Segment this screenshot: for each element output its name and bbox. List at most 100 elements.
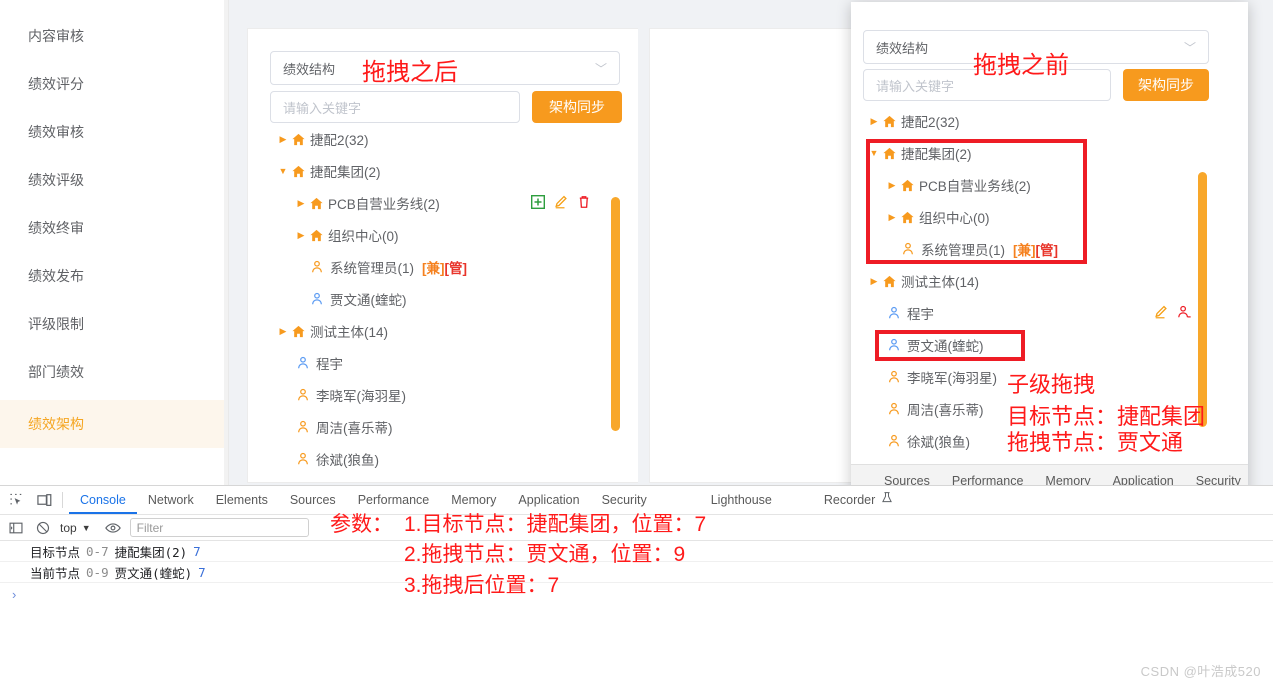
keyword-input-float-placeholder: 请输入关键字 (876, 76, 954, 95)
tree-row-label: 捷配集团(2) (901, 143, 972, 163)
chevron-down-icon[interactable]: ▼ (276, 166, 290, 176)
tree-row-label: 测试主体(14) (310, 321, 388, 341)
log-value: 贾文通(蝰蛇) (115, 563, 193, 582)
chevron-right-icon[interactable]: ▶ (885, 180, 899, 191)
console-sidebar-icon[interactable] (5, 517, 27, 539)
person-icon (294, 420, 311, 434)
chevron-right-icon[interactable]: ▶ (294, 230, 308, 241)
sidebar-menu[interactable]: 内容审核 绩效评分 绩效审核 绩效评级 绩效终审 绩效发布 评级限制 部门绩效 … (0, 0, 229, 485)
sidebar-item-performance-review[interactable]: 绩效审核 (0, 108, 224, 156)
console-filter-input[interactable]: Filter (130, 518, 309, 537)
chevron-right-icon[interactable]: ▶ (867, 276, 881, 287)
log-value: 捷配集团(2) (115, 542, 188, 561)
tree-row[interactable]: 程宇 (863, 297, 1233, 329)
sidebar-item-content-review[interactable]: 内容审核 (0, 12, 224, 60)
tree-row[interactable]: 徐斌(狼鱼) (270, 443, 620, 475)
tree-row[interactable]: 李晓军(海羽星) (270, 379, 620, 411)
tree-row[interactable]: ▶ PCB自营业务线(2) (863, 169, 1233, 201)
sidebar-item-performance-publish[interactable]: 绩效发布 (0, 252, 224, 300)
tree-row-label: 周洁(喜乐蒂) (907, 399, 984, 419)
float-dt-tab-performance[interactable]: Performance (952, 465, 1024, 485)
chevron-right-icon[interactable]: ▶ (276, 134, 290, 145)
remove-user-icon[interactable] (1177, 305, 1191, 322)
sidebar-item-label: 绩效评分 (28, 74, 84, 94)
sidebar-item-label: 绩效终审 (28, 218, 84, 238)
tree-row[interactable]: ▼ 捷配集团(2) (863, 137, 1233, 169)
tree-row[interactable]: ▶ 捷配2(32) (863, 105, 1233, 137)
console-prompt[interactable]: › (0, 583, 1273, 605)
watermark: CSDN @叶浩成520 (1141, 661, 1261, 680)
sync-structure-button-float[interactable]: 架构同步 (1123, 69, 1209, 101)
tree-row[interactable]: ▶ 组织中心(0) (270, 219, 620, 251)
devtools-tab-network[interactable]: Network (137, 486, 205, 514)
tree-scrollbar-float[interactable] (1198, 172, 1207, 427)
chevron-right-icon[interactable]: ▶ (885, 212, 899, 223)
tree-row[interactable]: ▶ 组织中心(0) (863, 201, 1233, 233)
keyword-input[interactable]: 请输入关键字 (270, 91, 520, 123)
sync-structure-button[interactable]: 架构同步 (532, 91, 622, 123)
annotation-param-1-text: 1.目标节点：捷配集团，位置：7 (404, 513, 706, 536)
sidebar-item-department-performance[interactable]: 部门绩效 (0, 348, 224, 396)
annotation-after-drag: 拖拽之后 (362, 52, 458, 87)
inspect-element-icon[interactable] (4, 488, 28, 512)
chevron-down-icon[interactable]: ▼ (867, 148, 881, 158)
sidebar-item-performance-grade[interactable]: 绩效评级 (0, 156, 224, 204)
clear-console-icon[interactable] (32, 517, 54, 539)
annotation-param-2-text: 2.拖拽节点：贾文通，位置：9 (404, 543, 685, 566)
float-dt-tab-application[interactable]: Application (1113, 465, 1174, 485)
tree-row[interactable]: 周洁(喜乐蒂) (270, 411, 620, 443)
application-area: ▬▬ ▪⋯ ▬▬▬ ▪▪⋯ ▬ ▬▬ ▪⋯ ▮ ▬▬▬▬⋯ 内容审核 绩效评分 … (0, 0, 1273, 485)
edit-icon[interactable] (1154, 305, 1168, 322)
tree-scrollbar-left[interactable] (611, 197, 620, 431)
annotation-drag-kind: 子级拖拽 (1007, 367, 1095, 399)
home-icon (290, 132, 307, 147)
tree-row-label: 周洁(喜乐蒂) (316, 417, 393, 437)
floating-window-devtools-tabbar[interactable]: Sources Performance Memory Application S… (851, 464, 1248, 485)
devtools-tab-lighthouse[interactable]: Lighthouse (700, 486, 783, 514)
tree-row[interactable]: ▶ 捷配2(32) (270, 123, 620, 155)
sidebar-item-grade-limit[interactable]: 评级限制 (0, 300, 224, 348)
chevron-down-icon: ﹀ (595, 60, 607, 77)
devtools-tab-elements[interactable]: Elements (205, 486, 279, 514)
chevron-right-icon[interactable]: ▶ (294, 198, 308, 209)
float-dt-tab-memory[interactable]: Memory (1045, 465, 1090, 485)
devtools-tab-recorder[interactable]: Recorder (813, 486, 904, 514)
devtools-tab-console[interactable]: Console (69, 486, 137, 514)
person-icon (294, 388, 311, 402)
chevron-right-icon[interactable]: ▶ (867, 116, 881, 127)
device-toolbar-icon[interactable] (32, 488, 56, 512)
delete-icon[interactable] (577, 195, 591, 212)
tree-row[interactable]: ▶ PCB自营业务线(2) (270, 187, 620, 219)
sidebar-item-performance-final[interactable]: 绩效终审 (0, 204, 224, 252)
tree-row-label: 徐斌(狼鱼) (907, 431, 970, 451)
tree-row-drag-source[interactable]: 贾文通(蝰蛇) (863, 329, 1233, 361)
sidebar-item-label: 绩效评级 (28, 170, 84, 190)
tree-row[interactable]: ▼ 捷配集团(2) (270, 155, 620, 187)
tree-row[interactable]: ▶ 测试主体(14) (863, 265, 1233, 297)
float-dt-tab-security[interactable]: Security (1196, 465, 1241, 485)
chevron-right-icon[interactable]: ▶ (276, 326, 290, 337)
console-context-selector[interactable]: top ▼ (54, 521, 97, 535)
tree-row[interactable]: 贾文通(蝰蛇) (270, 283, 620, 315)
tree-row[interactable]: 系统管理员(1) [兼] [管] (863, 233, 1233, 265)
devtools-tab-recorder-label: Recorder (824, 486, 875, 514)
log-label: 目标节点 (30, 542, 80, 561)
tree-panel-after-drag: 绩效结构 ﹀ 请输入关键字 架构同步 ▶ 捷配2(32) ▼ (247, 28, 638, 483)
edit-icon[interactable] (554, 195, 568, 212)
tree-row-actions[interactable] (531, 195, 591, 212)
sidebar-item-performance-score[interactable]: 绩效评分 (0, 60, 224, 108)
tree-row[interactable]: 程宇 (270, 347, 620, 379)
float-dt-tab-sources[interactable]: Sources (884, 465, 930, 485)
annotation-after-drag-text: 拖拽之后 (362, 59, 458, 86)
annotation-params-title-text: 参数： (330, 513, 393, 536)
tree-row-actions[interactable] (1154, 305, 1191, 322)
tree-row[interactable]: 系统管理员(1) [兼] [管] (270, 251, 620, 283)
sidebar-item-label: 绩效架构 (28, 414, 84, 434)
detail-panel-empty (649, 28, 874, 483)
add-icon[interactable] (531, 195, 545, 212)
sidebar-item-performance-structure[interactable]: 绩效架构 (0, 400, 228, 448)
person-icon (308, 292, 325, 306)
live-expression-eye-icon[interactable] (102, 517, 124, 539)
person-icon (885, 370, 902, 384)
tree-row[interactable]: ▶ 测试主体(14) (270, 315, 620, 347)
